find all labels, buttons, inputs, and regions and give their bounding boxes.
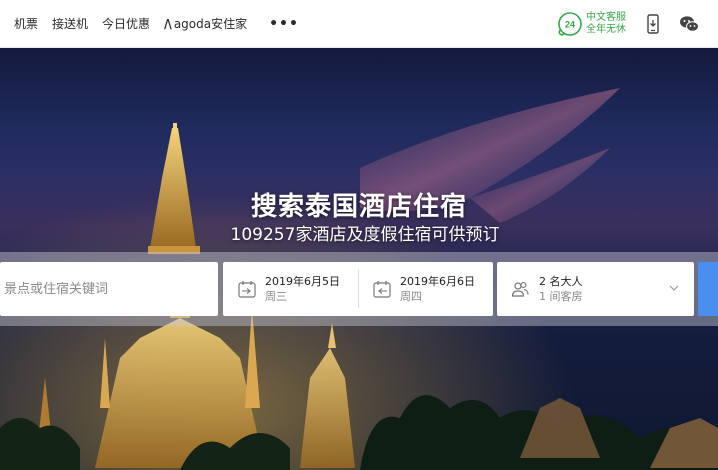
checkout-weekday: 周四	[400, 290, 422, 303]
calendar-checkin-icon	[238, 281, 256, 298]
nav-agoda-homes[interactable]: /\ agoda安住家	[164, 0, 247, 48]
support-line-2: 全年无休	[586, 24, 626, 35]
hero-banner: 搜索泰国酒店住宿 109257家酒店及度假住宿可供预订 2019年6月5日 周三	[0, 48, 718, 470]
checkout-date[interactable]: 2019年6月6日 周四	[358, 262, 493, 316]
search-bar: 2019年6月5日 周三 2019年6月6日 周四	[0, 252, 718, 326]
support-24-icon: 24	[558, 12, 582, 36]
guest-selector[interactable]: 2 名大人 1 间客房	[497, 262, 694, 316]
agoda-homes-label: agoda安住家	[173, 16, 248, 31]
checkout-date-text: 2019年6月6日	[400, 275, 475, 288]
hero-title: 搜索泰国酒店住宿	[250, 192, 467, 222]
guests-adults: 2 名大人	[539, 275, 583, 288]
more-menu-icon[interactable]: •••	[269, 16, 299, 32]
guests-rooms: 1 间客房	[539, 290, 583, 303]
nav-flights[interactable]: 机票	[14, 0, 38, 48]
chevron-down-icon	[669, 285, 679, 291]
checkin-weekday: 周三	[265, 290, 287, 303]
destination-input[interactable]	[0, 262, 218, 316]
checkin-date-text: 2019年6月5日	[265, 275, 340, 288]
header-tools: 24 中文客服 全年无休	[556, 0, 718, 48]
calendar-checkout-icon	[373, 281, 391, 298]
mobile-app-icon[interactable]	[642, 13, 664, 35]
checkin-date[interactable]: 2019年6月5日 周三	[223, 262, 358, 316]
search-button[interactable]	[698, 262, 718, 316]
nav-today-deals[interactable]: 今日优惠	[102, 0, 150, 48]
nav-airport-transfer[interactable]: 接送机	[52, 0, 88, 48]
support-badge-text: 24	[565, 20, 575, 30]
wechat-icon[interactable]	[678, 13, 700, 35]
top-nav: 机票 接送机 今日优惠 /\ agoda安住家 ••• 24 中文客服 全年无休	[0, 0, 718, 48]
date-picker: 2019年6月5日 周三 2019年6月6日 周四	[223, 262, 493, 316]
agoda-logo-icon: /\	[164, 16, 172, 31]
guests-icon	[511, 282, 529, 297]
hero-subtitle: 109257家酒店及度假住宿可供预订	[230, 225, 500, 245]
support-line-1: 中文客服	[586, 12, 626, 23]
destination-box	[0, 262, 218, 316]
customer-service[interactable]: 24 中文客服 全年无休	[556, 10, 626, 38]
